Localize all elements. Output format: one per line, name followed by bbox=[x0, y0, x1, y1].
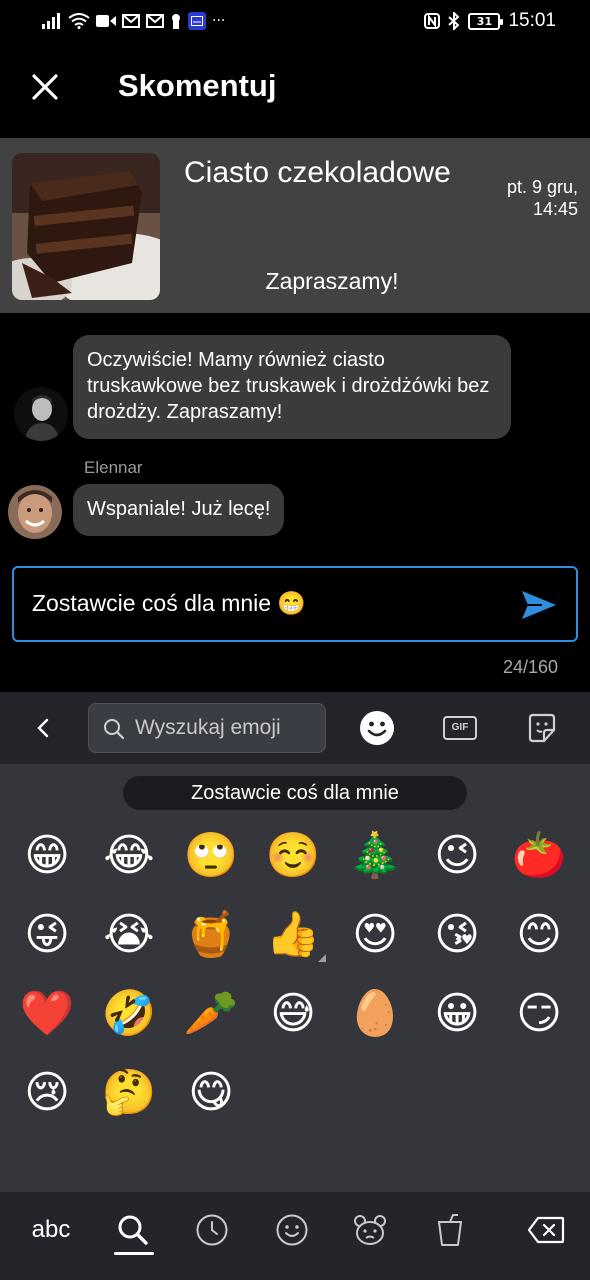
emoji-smiling-relaxed[interactable]: ☺️ bbox=[252, 816, 334, 895]
emoji-egg[interactable]: 🥚 bbox=[334, 974, 416, 1053]
comment-bubble[interactable]: Wspaniale! Już lecę! bbox=[73, 484, 285, 536]
emoji-tomato[interactable]: 🍅 bbox=[498, 816, 580, 895]
avatar[interactable] bbox=[14, 387, 68, 441]
search-icon[interactable] bbox=[105, 1206, 161, 1254]
char-counter: 24/160 bbox=[502, 657, 558, 677]
calendar-badge-icon bbox=[188, 12, 206, 30]
search-icon bbox=[103, 718, 125, 740]
emoji-kissing-heart[interactable]: 😘 bbox=[416, 895, 498, 974]
post-message: Zapraszamy! bbox=[265, 268, 399, 294]
emoji-honey-pot[interactable]: 🍯 bbox=[170, 895, 252, 974]
nfc-icon bbox=[424, 13, 441, 29]
post-date-day: pt. 9 gru, bbox=[506, 177, 578, 197]
emoji-winking-tongue[interactable]: 😜 bbox=[6, 895, 88, 974]
active-tab-indicator bbox=[114, 1252, 154, 1255]
mail-icon bbox=[146, 14, 164, 28]
back-icon[interactable] bbox=[30, 714, 56, 742]
emoji-red-heart[interactable]: ❤️ bbox=[6, 974, 88, 1053]
app-header: Skomentuj bbox=[0, 42, 590, 138]
emoji-crying[interactable]: 😢 bbox=[6, 1053, 88, 1132]
abc-button[interactable]: abc bbox=[23, 1206, 79, 1254]
emoji-search-input[interactable] bbox=[135, 704, 321, 752]
smiley-icon[interactable] bbox=[264, 1206, 320, 1254]
post-date: pt. 9 gru, 14:45 bbox=[478, 176, 578, 220]
gif-icon[interactable]: GIF bbox=[440, 708, 480, 748]
comment-author: Elennar bbox=[84, 458, 143, 477]
send-icon[interactable] bbox=[520, 588, 558, 622]
post-title: Ciasto czekoladowe bbox=[184, 156, 451, 189]
emoji-sweat-smile[interactable]: 😅 bbox=[252, 974, 334, 1053]
emoji-rolling-eyes[interactable]: 🙄 bbox=[170, 816, 252, 895]
emoji-row: 😜 😭 🍯 👍 😍 😘 😊 bbox=[6, 895, 580, 974]
emoji-row: 😁 😂 🙄 ☺️ 🎄 😉 🍅 bbox=[6, 816, 580, 895]
emoji-keyboard: GIF Zostawcie coś dla mnie 😁 😂 🙄 ☺️ 🎄 😉 … bbox=[0, 692, 590, 1280]
mail-icon bbox=[122, 14, 140, 28]
comment-input-text[interactable]: Zostawcie coś dla mnie 😁 bbox=[32, 590, 306, 617]
battery-icon: 31 bbox=[468, 12, 504, 30]
emoji-yum[interactable]: 😋 bbox=[170, 1053, 252, 1132]
bear-icon[interactable] bbox=[342, 1206, 398, 1254]
emoji-grinning-teeth[interactable]: 😁 bbox=[6, 816, 88, 895]
emoji-heart-eyes[interactable]: 😍 bbox=[334, 895, 416, 974]
emoji-smirking[interactable]: 😏 bbox=[498, 974, 580, 1053]
wifi-icon bbox=[68, 13, 90, 29]
post-date-time: 14:45 bbox=[532, 199, 578, 219]
comment-item: Elennar Wspaniale! Już lecę! bbox=[0, 455, 590, 539]
emoji-grinning[interactable]: 😀 bbox=[416, 974, 498, 1053]
comment-bubble[interactable]: Oczywiście! Mamy również ciasto truskawk… bbox=[73, 335, 511, 439]
comment-input[interactable]: Zostawcie coś dla mnie 😁 bbox=[12, 566, 578, 642]
clock-icon[interactable] bbox=[184, 1206, 240, 1254]
status-bar-right: 31 15:01 bbox=[424, 10, 556, 32]
emoji-winking[interactable]: 😉 bbox=[416, 816, 498, 895]
status-bar: ··· 31 15:01 bbox=[0, 0, 590, 42]
emoji-row: 😢 🤔 😋 bbox=[6, 1053, 580, 1132]
gif-label: GIF bbox=[443, 716, 477, 740]
emoji-thinking[interactable]: 🤔 bbox=[88, 1053, 170, 1132]
emoji-christmas-tree[interactable]: 🎄 bbox=[334, 816, 416, 895]
more-dots-icon: ··· bbox=[212, 13, 226, 29]
sticker-icon[interactable] bbox=[522, 708, 562, 748]
post-image bbox=[12, 153, 160, 300]
cup-icon[interactable] bbox=[422, 1206, 478, 1254]
emoji-row: ❤️ 🤣 🥕 😅 🥚 😀 😏 bbox=[6, 974, 580, 1053]
keyboard-bottom-bar: abc bbox=[0, 1192, 590, 1280]
emoji-rofl[interactable]: 🤣 bbox=[88, 974, 170, 1053]
emoji-smiling-eyes[interactable]: 😊 bbox=[498, 895, 580, 974]
emoji-search-box[interactable] bbox=[88, 703, 326, 753]
emoji-grid: 😁 😂 🙄 ☺️ 🎄 😉 🍅 😜 😭 🍯 👍 😍 😘 😊 ❤️ 🤣 🥕 😅 🥚 … bbox=[6, 816, 580, 1132]
emoji-carrot[interactable]: 🥕 bbox=[170, 974, 252, 1053]
post-card[interactable]: Ciasto czekoladowe pt. 9 gru, 14:45 Zapr… bbox=[0, 138, 590, 313]
signal-icon bbox=[42, 13, 62, 29]
avatar[interactable] bbox=[8, 485, 62, 539]
close-icon[interactable] bbox=[30, 72, 60, 102]
video-icon bbox=[96, 14, 116, 28]
backspace-icon[interactable] bbox=[518, 1206, 574, 1254]
emoji-crying-loudly[interactable]: 😭 bbox=[88, 895, 170, 974]
keyboard-toolbar: GIF bbox=[0, 692, 590, 764]
status-time: 15:01 bbox=[508, 10, 556, 31]
emoji-suggestion-chip[interactable]: Zostawcie coś dla mnie bbox=[123, 776, 467, 810]
emoji-tears-of-joy[interactable]: 😂 bbox=[88, 816, 170, 895]
emoji-icon[interactable] bbox=[357, 708, 397, 748]
comment-item: Oczywiście! Mamy również ciasto truskawk… bbox=[0, 335, 590, 445]
keyhole-icon bbox=[170, 13, 182, 29]
emoji-thumbs-up[interactable]: 👍 bbox=[252, 895, 334, 974]
bluetooth-icon bbox=[448, 12, 460, 30]
page-title: Skomentuj bbox=[118, 68, 277, 103]
status-bar-left: ··· bbox=[42, 10, 225, 32]
